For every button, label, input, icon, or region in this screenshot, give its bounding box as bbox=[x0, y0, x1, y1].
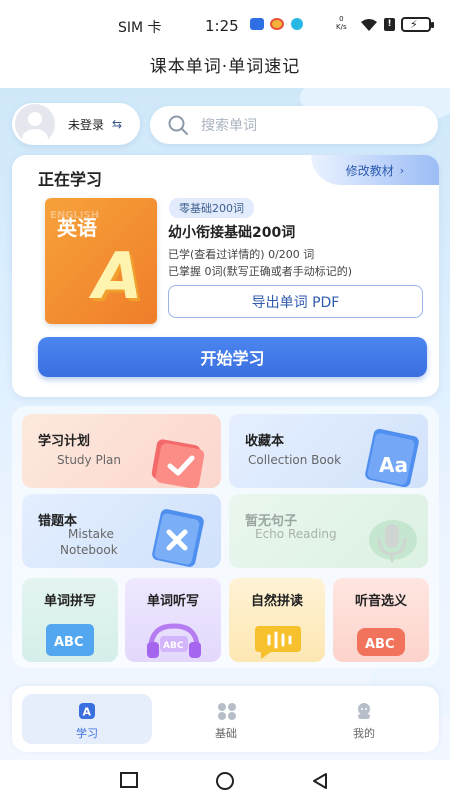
study-plan-tile[interactable]: 学习计划 Study Plan bbox=[22, 414, 221, 488]
nav-label: 我的 bbox=[353, 727, 375, 740]
tile-title: 单词拼写 bbox=[43, 594, 96, 609]
tile-title: 收藏本 bbox=[245, 434, 285, 449]
abc-card-icon: ABC bbox=[46, 624, 94, 656]
grid-icon bbox=[218, 703, 236, 720]
tile-title: 单词听写 bbox=[146, 594, 199, 609]
book-name: 幼小衔接基础200词 bbox=[168, 225, 296, 241]
mistake-notebook-tile[interactable]: 错题本 Mistake Notebook bbox=[22, 494, 221, 568]
mastered-stat: 已掌握 0词(默写正确或者手动标记的) bbox=[168, 265, 353, 278]
nav-tab-mine[interactable]: 我的 bbox=[299, 694, 429, 744]
word-spelling-tile[interactable]: 单词拼写 ABC bbox=[22, 578, 118, 662]
login-status-label: 未登录 bbox=[68, 117, 105, 132]
abc-bubble-icon: ABC bbox=[357, 628, 405, 656]
echo-reading-tile[interactable]: 暂无句子 Echo Reading bbox=[229, 494, 428, 568]
network-speed: 0 K/s bbox=[336, 15, 347, 31]
notebook-icon: Aa bbox=[365, 428, 419, 488]
cover-title: 英语 bbox=[57, 216, 97, 240]
headphones-icon: ABC bbox=[147, 623, 201, 658]
search-icon bbox=[168, 115, 188, 135]
tile-title: 听音选义 bbox=[354, 594, 407, 609]
login-button[interactable]: 未登录 ⇆ bbox=[12, 103, 140, 145]
nav-label: 基础 bbox=[215, 727, 237, 740]
search-input[interactable]: 搜索单词 bbox=[150, 106, 438, 144]
chevron-right-icon: › bbox=[399, 163, 405, 177]
clock: 1:25 bbox=[205, 17, 239, 35]
bottom-navigation: A 学习 基础 我的 bbox=[12, 686, 439, 752]
book-cover[interactable]: ENGLISH 英语 A bbox=[45, 198, 157, 324]
current-learning-card: 正在学习 修改教材 › ENGLISH 英语 A 零基础200词 幼小衔接基础2… bbox=[12, 155, 439, 397]
edit-textbook-button[interactable]: 修改教材 › bbox=[311, 155, 439, 185]
avatar bbox=[15, 104, 55, 144]
speech-bubble-icon bbox=[255, 626, 301, 659]
word-dictation-tile[interactable]: 单词听写 ABC bbox=[125, 578, 221, 662]
app-title-bar: 课本单词·单词速记 bbox=[0, 50, 450, 88]
tile-title: 学习计划 bbox=[38, 434, 91, 449]
nav-tab-study[interactable]: A 学习 bbox=[22, 694, 152, 744]
switch-account-icon[interactable]: ⇆ bbox=[112, 117, 122, 131]
collection-book-tile[interactable]: 收藏本 Collection Book Aa bbox=[229, 414, 428, 488]
calendar-check-icon bbox=[151, 439, 205, 488]
microphone-icon bbox=[369, 520, 417, 562]
study-icon: A bbox=[79, 703, 95, 719]
mistake-book-icon bbox=[152, 509, 204, 567]
tile-title: 自然拼读 bbox=[250, 594, 303, 609]
page-title: 课本单词·单词速记 bbox=[149, 57, 301, 77]
svg-text:ABC: ABC bbox=[163, 641, 184, 651]
section-title: 正在学习 bbox=[38, 170, 103, 189]
nav-label: 学习 bbox=[76, 727, 98, 740]
cover-letter: A bbox=[93, 240, 143, 314]
start-learning-button[interactable]: 开始学习 bbox=[38, 337, 427, 377]
phonics-tile[interactable]: 自然拼读 bbox=[229, 578, 325, 662]
app-notification-icon bbox=[250, 18, 264, 30]
back-icon[interactable] bbox=[311, 772, 329, 790]
level-tag: 零基础200词 bbox=[169, 198, 254, 218]
weibo-notification-icon bbox=[270, 18, 284, 30]
search-placeholder: 搜索单词 bbox=[201, 118, 257, 134]
tile-subtitle: Collection Book bbox=[248, 453, 342, 467]
tile-subtitle-line1: Mistake bbox=[68, 527, 114, 541]
battery-icon: ⚡ bbox=[401, 17, 434, 32]
status-bar: SIM 卡 1:25 0 K/s ! ⚡ bbox=[0, 0, 450, 50]
tile-subtitle-line2: Notebook bbox=[60, 543, 118, 557]
home-icon[interactable] bbox=[215, 772, 235, 790]
edit-textbook-label: 修改教材 bbox=[345, 163, 394, 178]
collection-icon-text: Aa bbox=[379, 453, 408, 477]
recent-apps-icon[interactable] bbox=[120, 772, 138, 788]
profile-icon bbox=[358, 703, 370, 719]
app-bird-notification-icon bbox=[291, 18, 303, 30]
learned-stat: 已学(查看过详情的) 0/200 词 bbox=[168, 248, 315, 261]
sim-status: SIM 卡 bbox=[118, 20, 162, 36]
tile-subtitle: Echo Reading bbox=[255, 527, 337, 541]
svg-text:ABC: ABC bbox=[365, 637, 395, 652]
listen-choose-tile[interactable]: 听音选义 ABC bbox=[333, 578, 429, 662]
system-navigation-bar bbox=[0, 760, 450, 800]
svg-text:A: A bbox=[83, 706, 92, 719]
wifi-icon bbox=[361, 19, 377, 31]
tile-subtitle: Study Plan bbox=[57, 453, 121, 467]
svg-text:ABC: ABC bbox=[54, 635, 84, 650]
alert-icon: ! bbox=[384, 18, 395, 31]
export-pdf-button[interactable]: 导出单词 PDF bbox=[168, 285, 423, 318]
nav-tab-basic[interactable]: 基础 bbox=[161, 694, 291, 744]
